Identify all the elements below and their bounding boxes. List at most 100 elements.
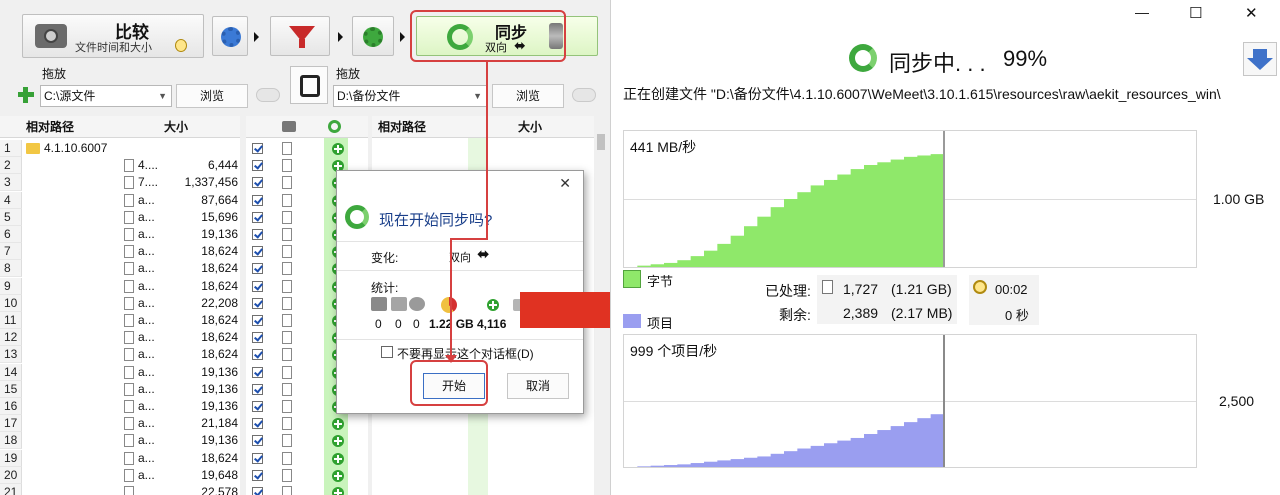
minimize-button[interactable]: — [1135,4,1149,20]
chart-step-bar [770,207,785,267]
table-row[interactable]: 11 a... 18,624 [0,312,240,329]
clock-icon [175,39,187,52]
table-row[interactable]: 20 a... 19,648 [0,466,240,484]
col-relative-path[interactable]: 相对路径 [378,116,426,138]
table-row[interactable]: 10 a... 22,208 [0,294,240,312]
create-action-icon[interactable] [332,469,344,482]
maximize-button[interactable]: ☐ [1189,4,1202,22]
row-checkbox[interactable] [252,349,263,361]
left-path-combobox[interactable]: C:\源文件 ▼ [40,85,172,107]
col-size[interactable]: 大小 [164,116,188,138]
row-checkbox[interactable] [252,297,263,309]
row-checkbox[interactable] [252,177,263,189]
right-path-combobox[interactable]: D:\备份文件 ▼ [333,85,487,107]
row-checkbox[interactable] [252,401,263,412]
action-row[interactable] [246,484,368,495]
create-action-icon[interactable] [332,143,344,155]
row-checkbox[interactable] [252,383,263,395]
row-number: 1 [0,140,22,157]
table-row[interactable]: 8 a... 18,624 [0,260,240,278]
file-icon [124,417,134,431]
chevron-right-icon[interactable] [254,32,259,42]
table-row[interactable]: 17 a... 21,184 [0,415,240,433]
chart-step-bar [664,465,678,467]
row-number: 17 [0,415,22,433]
file-icon [124,400,134,413]
row-checkbox[interactable] [252,487,263,495]
legend-items-swatch [623,314,641,328]
cloud-icon[interactable] [572,88,596,102]
row-checkbox[interactable] [252,452,263,464]
row-checkbox[interactable] [252,160,263,172]
file-icon [282,142,292,155]
stats-label: 统计: [371,281,399,295]
action-row[interactable] [246,467,368,484]
chevron-right-icon[interactable] [400,32,405,42]
table-row[interactable]: 21 22,578 [0,484,240,495]
bytes-chart-svg [637,131,945,267]
row-checkbox[interactable] [252,366,263,378]
action-row[interactable] [246,140,368,157]
row-checkbox[interactable] [252,211,263,223]
create-action-icon[interactable] [332,418,344,431]
processed-count: 1,727 [843,281,879,297]
dialog-close-icon[interactable]: ✕ [559,175,571,192]
table-row[interactable]: 13 a... 18,624 [0,346,240,364]
table-row[interactable]: 15 a... 19,136 [0,380,240,398]
minimize-to-tray-button[interactable] [1243,42,1277,76]
filter-button[interactable] [270,16,330,56]
create-action-icon[interactable] [332,487,344,495]
left-browse-button[interactable]: 浏览 [176,84,248,108]
create-action-icon[interactable] [332,452,344,465]
table-row[interactable]: 16 a... 19,136 [0,398,240,415]
close-button[interactable]: ✕ [1245,4,1258,22]
col-relative-path[interactable]: 相对路径 [26,116,74,138]
table-row[interactable]: 14 a... 19,136 [0,363,240,381]
items-chart-svg [637,335,945,467]
table-row[interactable]: 19 a... 18,624 [0,449,240,467]
table-row[interactable]: 1 4.1.10.6007 [0,140,240,157]
table-row[interactable]: 5 a... 15,696 [0,208,240,226]
compare-button[interactable]: 比较 文件时间和大小 [22,14,204,58]
dont-show-checkbox[interactable] [381,346,393,358]
row-checkbox[interactable] [252,418,263,430]
table-row[interactable]: 3 7.... 1,337,456 [0,174,240,192]
col-size[interactable]: 大小 [518,116,542,138]
table-row[interactable]: 18 a... 19,136 [0,432,240,450]
table-row[interactable]: 9 a... 18,624 [0,277,240,295]
right-path-value: D:\备份文件 [337,89,401,103]
file-icon [282,159,292,173]
file-icon [124,193,134,207]
table-row[interactable]: 2 4.... 6,444 [0,157,240,175]
cancel-button[interactable]: 取消 [507,373,569,399]
table-row[interactable]: 4 a... 87,664 [0,191,240,209]
annotation-highlight [410,360,488,406]
create-action-icon[interactable] [332,435,344,448]
row-checkbox[interactable] [252,469,263,481]
file-size: 18,624 [201,450,238,465]
table-row[interactable]: 7 a... 18,624 [0,243,240,261]
action-row[interactable] [246,415,368,432]
table-row[interactable]: 12 a... 18,624 [0,329,240,347]
left-file-grid[interactable]: 相对路径 大小 1 4.1.10.6007 2 4.... 6,444 3 7.... 1,3… [0,116,240,495]
file-icon [282,228,292,241]
chevron-right-icon[interactable] [338,32,343,42]
compare-settings-button[interactable] [212,16,248,56]
cloud-icon[interactable] [256,88,280,102]
add-folder-icon[interactable] [18,87,34,103]
row-checkbox[interactable] [252,194,263,206]
swap-sides-button[interactable] [290,66,328,104]
row-checkbox[interactable] [252,435,263,447]
row-checkbox[interactable] [252,332,263,344]
row-checkbox[interactable] [252,246,263,258]
row-checkbox[interactable] [252,229,263,240]
row-checkbox[interactable] [252,143,263,154]
action-row[interactable] [246,450,368,467]
table-row[interactable]: 6 a... 19,136 [0,226,240,243]
row-checkbox[interactable] [252,280,263,292]
row-checkbox[interactable] [252,263,263,275]
row-checkbox[interactable] [252,315,263,326]
right-browse-button[interactable]: 浏览 [492,84,564,108]
sync-settings-button[interactable] [352,16,394,56]
action-row[interactable] [246,432,368,449]
